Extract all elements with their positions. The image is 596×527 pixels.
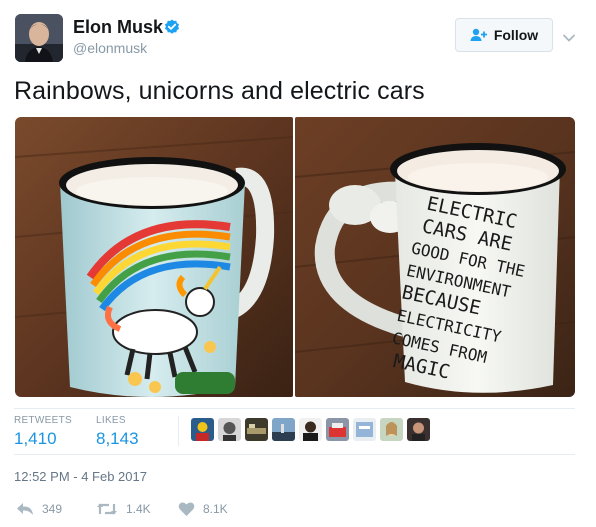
liker-avatars bbox=[191, 418, 430, 444]
retweet-count: 1.4K bbox=[126, 502, 151, 516]
liker-avatar[interactable] bbox=[245, 418, 268, 441]
divider bbox=[14, 454, 575, 455]
tweet-timestamp[interactable]: 12:52 PM - 4 Feb 2017 bbox=[14, 469, 147, 484]
liker-avatar[interactable] bbox=[218, 418, 241, 441]
liker-avatar[interactable] bbox=[353, 418, 376, 441]
reply-button[interactable]: 349 bbox=[16, 501, 62, 517]
retweet-button[interactable]: 1.4K bbox=[96, 501, 151, 517]
reply-icon bbox=[17, 503, 33, 515]
user-name[interactable]: Elon Musk bbox=[73, 17, 163, 38]
retweets-value: 1,410 bbox=[14, 429, 57, 448]
retweets-label: RETWEETS bbox=[14, 415, 72, 426]
heart-icon bbox=[178, 502, 195, 516]
reply-count: 349 bbox=[42, 502, 63, 516]
liker-avatar[interactable] bbox=[299, 418, 322, 441]
stats-divider bbox=[178, 416, 179, 446]
likes-label: LIKES bbox=[96, 415, 126, 426]
tweet-text: Rainbows, unicorns and electric cars bbox=[14, 77, 425, 105]
liker-avatar[interactable] bbox=[326, 418, 349, 441]
divider bbox=[14, 408, 575, 409]
avatar[interactable] bbox=[15, 14, 63, 62]
like-button[interactable]: 8.1K bbox=[178, 501, 228, 517]
follow-label: Follow bbox=[493, 27, 539, 43]
like-count: 8.1K bbox=[203, 502, 228, 516]
tweet-photo-unicorn-mug[interactable] bbox=[15, 117, 293, 397]
tweet-photo-electric-cars-mug[interactable]: ELECTRIC CARS ARE GOOD FOR THE ENVIRONME… bbox=[295, 117, 575, 397]
likes-value: 8,143 bbox=[96, 429, 139, 448]
verified-badge-icon bbox=[164, 19, 180, 35]
liker-avatar[interactable] bbox=[380, 418, 403, 441]
follow-button[interactable]: Follow bbox=[455, 18, 553, 52]
likes-stat[interactable]: LIKES 8,143 bbox=[96, 415, 139, 449]
user-handle[interactable]: @elonmusk bbox=[73, 40, 147, 56]
liker-avatar[interactable] bbox=[407, 418, 430, 441]
liker-avatar[interactable] bbox=[272, 418, 295, 441]
chevron-down-icon[interactable] bbox=[562, 30, 576, 42]
liker-avatar[interactable] bbox=[191, 418, 214, 441]
retweets-stat[interactable]: RETWEETS 1,410 bbox=[14, 415, 72, 449]
add-user-icon bbox=[470, 28, 487, 41]
retweet-icon bbox=[97, 503, 117, 515]
avatar-image bbox=[15, 14, 63, 62]
